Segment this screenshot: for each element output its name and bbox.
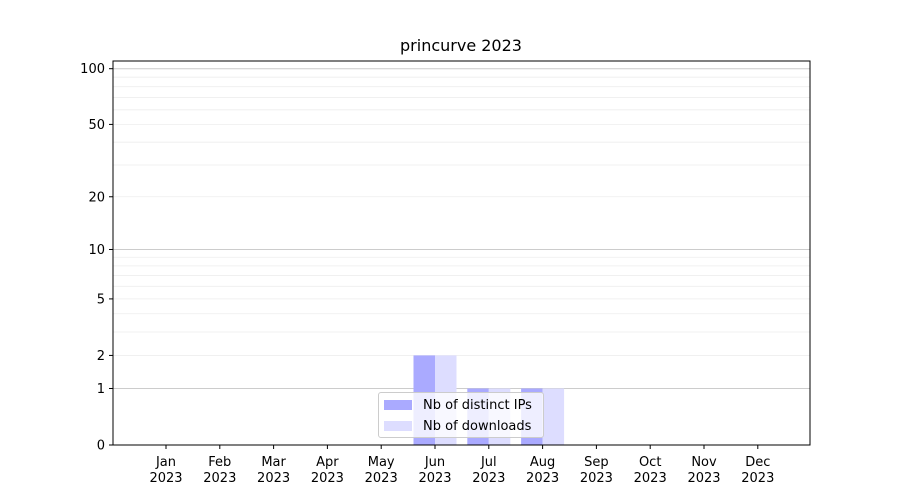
y-tick-label: 2 xyxy=(97,349,105,364)
legend-label-downloads: Nb of downloads xyxy=(423,418,532,434)
grid-lines xyxy=(113,68,810,389)
x-tick-label: Oct 2023 xyxy=(634,455,667,486)
x-tick-label: Aug 2023 xyxy=(526,455,559,486)
y-tick-label: 0 xyxy=(97,439,105,454)
x-tick-label: Apr 2023 xyxy=(311,455,344,486)
legend-swatch-ips xyxy=(384,400,412,410)
x-tick-label: Jan 2023 xyxy=(149,455,182,486)
legend: Nb of distinct IPs Nb of downloads xyxy=(378,392,544,438)
y-tick-label: 5 xyxy=(97,292,105,307)
x-tick-label: Sep 2023 xyxy=(580,455,613,486)
legend-swatch-downloads xyxy=(384,421,412,431)
x-tick-label: Dec 2023 xyxy=(741,455,774,486)
y-tick-label: 10 xyxy=(88,243,105,258)
x-tick-label: Jul 2023 xyxy=(472,455,505,486)
chart-title: princurve 2023 xyxy=(400,36,522,55)
y-tick-label: 1 xyxy=(97,382,105,397)
y-tick-label: 20 xyxy=(88,190,105,205)
x-tick-label: Jun 2023 xyxy=(418,455,451,486)
legend-label-ips: Nb of distinct IPs xyxy=(423,397,532,413)
y-axis: 0 1 2 5 10 20 50 100 xyxy=(80,62,113,454)
plot-frame xyxy=(112,60,811,446)
x-tick-label: Mar 2023 xyxy=(257,455,290,486)
legend-item-downloads: Nb of downloads xyxy=(384,416,531,436)
x-tick-label: Feb 2023 xyxy=(203,455,236,486)
y-tick-label: 50 xyxy=(88,118,105,133)
x-tick-label: May 2023 xyxy=(365,455,398,486)
x-axis: Jan 2023 Feb 2023 Mar 2023 Apr 2023 May 2023 Jun 20… xyxy=(149,445,774,486)
bar-downloads xyxy=(542,388,565,445)
y-tick-label: 100 xyxy=(80,62,105,77)
legend-item-ips: Nb of distinct IPs xyxy=(384,395,532,415)
x-tick-label: Nov 2023 xyxy=(687,455,720,486)
